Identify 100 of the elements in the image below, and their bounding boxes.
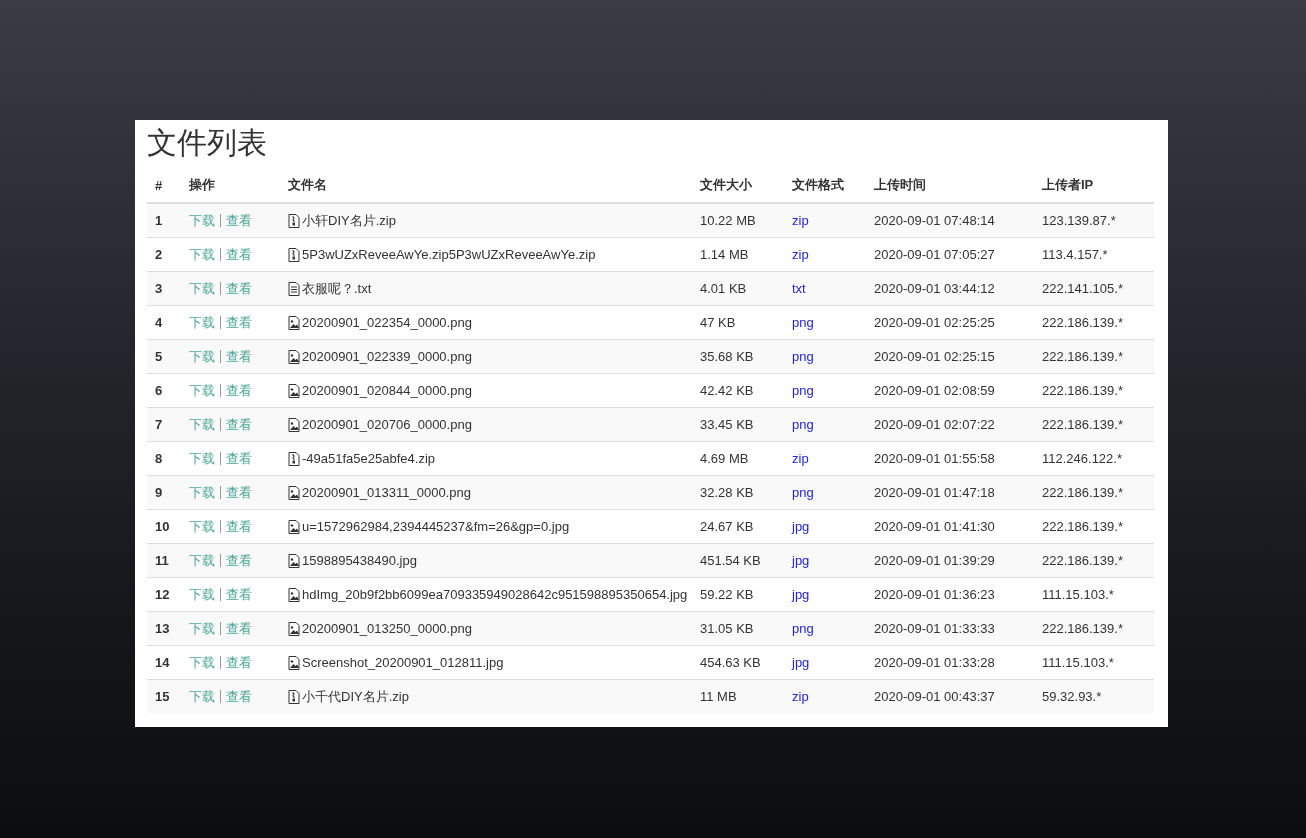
upload-time: 2020-09-01 01:41:30	[874, 519, 995, 534]
view-link[interactable]: 查看	[226, 483, 252, 502]
row-number: 15	[155, 689, 170, 704]
row-number: 8	[155, 451, 163, 466]
download-link[interactable]: 下载	[189, 381, 215, 400]
download-link[interactable]: 下载	[189, 653, 215, 672]
uploader-ip: 112.246.122.*	[1042, 451, 1122, 466]
upload-time: 2020-09-01 07:05:27	[874, 247, 995, 262]
file-format: png	[792, 485, 814, 500]
uploader-ip: 222.186.139.*	[1042, 621, 1123, 636]
zip-file-icon	[288, 213, 300, 228]
image-file-icon	[288, 417, 300, 432]
file-format: png	[792, 315, 814, 330]
download-link[interactable]: 下载	[189, 279, 215, 298]
view-link[interactable]: 查看	[226, 313, 252, 332]
download-link[interactable]: 下载	[189, 483, 215, 502]
file-format: zip	[792, 213, 809, 228]
file-name: 1598895438490.jpg	[302, 553, 417, 568]
file-size: 4.01 KB	[700, 281, 747, 296]
row-number: 4	[155, 315, 163, 330]
row-number: 9	[155, 485, 163, 500]
image-file-icon	[288, 655, 300, 670]
upload-time: 2020-09-01 02:07:22	[874, 417, 995, 432]
image-file-icon	[288, 349, 300, 364]
upload-time: 2020-09-01 07:48:14	[874, 213, 995, 228]
view-link[interactable]: 查看	[226, 347, 252, 366]
uploader-ip: 222.186.139.*	[1042, 349, 1123, 364]
upload-time: 2020-09-01 01:33:28	[874, 655, 995, 670]
zip-file-icon	[288, 689, 300, 704]
view-link[interactable]: 查看	[226, 585, 252, 604]
download-link[interactable]: 下载	[189, 585, 215, 604]
file-size: 35.68 KB	[700, 349, 754, 364]
file-size: 10.22 MB	[700, 213, 756, 228]
row-number: 12	[155, 587, 170, 602]
file-name: 小千代DIY名片.zip	[302, 687, 409, 706]
zip-file-icon	[288, 451, 300, 466]
uploader-ip: 222.141.105.*	[1042, 281, 1123, 296]
image-file-icon	[288, 587, 300, 602]
view-link[interactable]: 查看	[226, 449, 252, 468]
upload-time: 2020-09-01 01:55:58	[874, 451, 995, 466]
upload-time: 2020-09-01 02:25:15	[874, 349, 995, 364]
file-name: 20200901_013311_0000.png	[302, 485, 471, 500]
file-size: 42.42 KB	[700, 383, 754, 398]
row-number: 6	[155, 383, 163, 398]
view-link[interactable]: 查看	[226, 245, 252, 264]
uploader-ip: 111.15.103.*	[1042, 655, 1114, 670]
upload-time: 2020-09-01 02:25:25	[874, 315, 995, 330]
file-name: u=1572962984,2394445237&fm=26&gp=0.jpg	[302, 519, 570, 534]
download-link[interactable]: 下载	[189, 347, 215, 366]
file-format: zip	[792, 689, 809, 704]
view-link[interactable]: 查看	[226, 211, 252, 230]
view-link[interactable]: 查看	[226, 381, 252, 400]
view-link[interactable]: 查看	[226, 551, 252, 570]
download-link[interactable]: 下载	[189, 245, 215, 264]
uploader-ip: 111.15.103.*	[1042, 587, 1114, 602]
file-size: 33.45 KB	[700, 417, 754, 432]
file-size: 11 MB	[700, 689, 737, 704]
file-size: 4.69 MB	[700, 451, 749, 466]
zip-file-icon	[288, 247, 300, 262]
uploader-ip: 113.4.157.*	[1042, 247, 1108, 262]
download-link[interactable]: 下载	[189, 415, 215, 434]
download-link[interactable]: 下载	[189, 211, 215, 230]
file-format: zip	[792, 247, 809, 262]
file-name: hdImg_20b9f2bb6099ea709335949028642c951598895350654.jpg	[302, 587, 688, 602]
uploader-ip: 59.32.93.*	[1042, 689, 1102, 704]
file-size: 59.22 KB	[700, 587, 754, 602]
download-link[interactable]: 下载	[189, 687, 215, 706]
uploader-ip: 222.186.139.*	[1042, 417, 1123, 432]
row-number: 10	[155, 519, 170, 534]
view-link[interactable]: 查看	[226, 279, 252, 298]
file-size: 47 KB	[700, 315, 736, 330]
image-file-icon	[288, 383, 300, 398]
row-number: 2	[155, 247, 163, 262]
view-link[interactable]: 查看	[226, 517, 252, 536]
file-name: 20200901_013250_0000.png	[302, 621, 472, 636]
download-link[interactable]: 下载	[189, 449, 215, 468]
upload-time: 2020-09-01 01:36:23	[874, 587, 995, 602]
uploader-ip: 222.186.139.*	[1042, 383, 1123, 398]
file-format: jpg	[792, 519, 810, 534]
text-file-icon	[288, 281, 300, 296]
file-size: 451.54 KB	[700, 553, 761, 568]
download-link[interactable]: 下载	[189, 619, 215, 638]
file-format: png	[792, 349, 814, 364]
view-link[interactable]: 查看	[226, 687, 252, 706]
file-name: 20200901_020706_0000.png	[302, 417, 472, 432]
file-format: png	[792, 417, 814, 432]
view-link[interactable]: 查看	[226, 619, 252, 638]
file-format: jpg	[792, 655, 810, 670]
image-file-icon	[288, 519, 300, 534]
file-size: 24.67 KB	[700, 519, 754, 534]
uploader-ip: 222.186.139.*	[1042, 315, 1123, 330]
download-link[interactable]: 下载	[189, 517, 215, 536]
upload-time: 2020-09-01 03:44:12	[874, 281, 995, 296]
view-link[interactable]: 查看	[226, 653, 252, 672]
file-size: 32.28 KB	[700, 485, 754, 500]
view-link[interactable]: 查看	[226, 415, 252, 434]
download-link[interactable]: 下载	[189, 551, 215, 570]
file-name: 5P3wUZxReveeAwYe.zip5P3wUZxReveeAwYe.zip	[302, 247, 596, 262]
download-link[interactable]: 下载	[189, 313, 215, 332]
file-format: jpg	[792, 587, 810, 602]
